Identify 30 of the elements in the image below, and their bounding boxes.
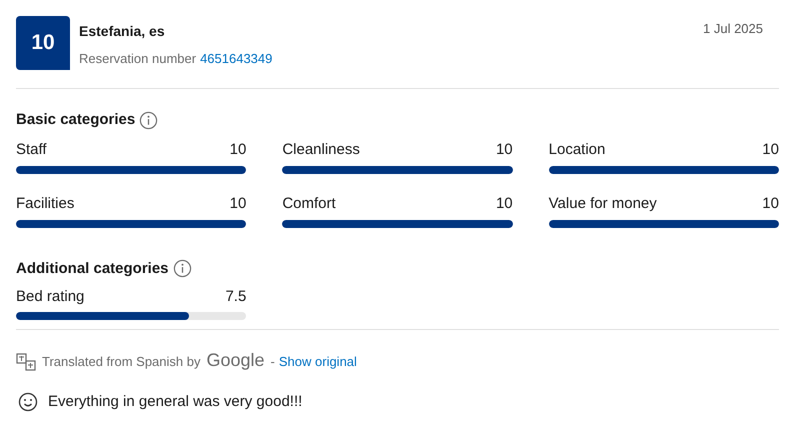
review-comment: Everything in general was very good!!! <box>48 392 302 412</box>
category-score: 7.5 <box>225 286 246 307</box>
reservation-number: 4651643349 <box>200 50 272 68</box>
reservation-label: Reservation number <box>79 50 196 68</box>
section-title: Additional categories <box>16 258 169 278</box>
category-label: Facilities <box>16 194 74 214</box>
category-score: 10 <box>496 194 513 214</box>
score-badge: 10 <box>16 16 70 70</box>
category-label: Cleanliness <box>282 140 360 160</box>
category-score: 10 <box>230 194 246 214</box>
show-original-link[interactable]: Show original <box>278 352 357 372</box>
section-title: Basic categories <box>16 110 136 130</box>
category-score: 10 <box>496 140 513 160</box>
category-label: Value for money <box>548 194 657 214</box>
category-score: 10 <box>230 140 246 160</box>
translation-note: Translated from Spanish by <box>42 353 200 371</box>
category-score: 10 <box>762 194 779 214</box>
category-label: Comfort <box>282 194 336 214</box>
smiley-icon <box>18 392 38 412</box>
category-label: Bed rating <box>16 286 84 307</box>
google-logo: Google <box>206 351 265 370</box>
category-label: Location <box>548 140 606 160</box>
translate-icon <box>16 352 36 371</box>
category-label: Staff <box>16 140 47 160</box>
review-date: 1 Jul 2025 <box>703 20 763 38</box>
info-icon[interactable] <box>172 259 192 278</box>
separator: - <box>270 353 275 371</box>
category-score: 10 <box>762 140 779 160</box>
reviewer-name: Estefania, es <box>79 22 166 41</box>
info-icon[interactable] <box>139 110 158 130</box>
